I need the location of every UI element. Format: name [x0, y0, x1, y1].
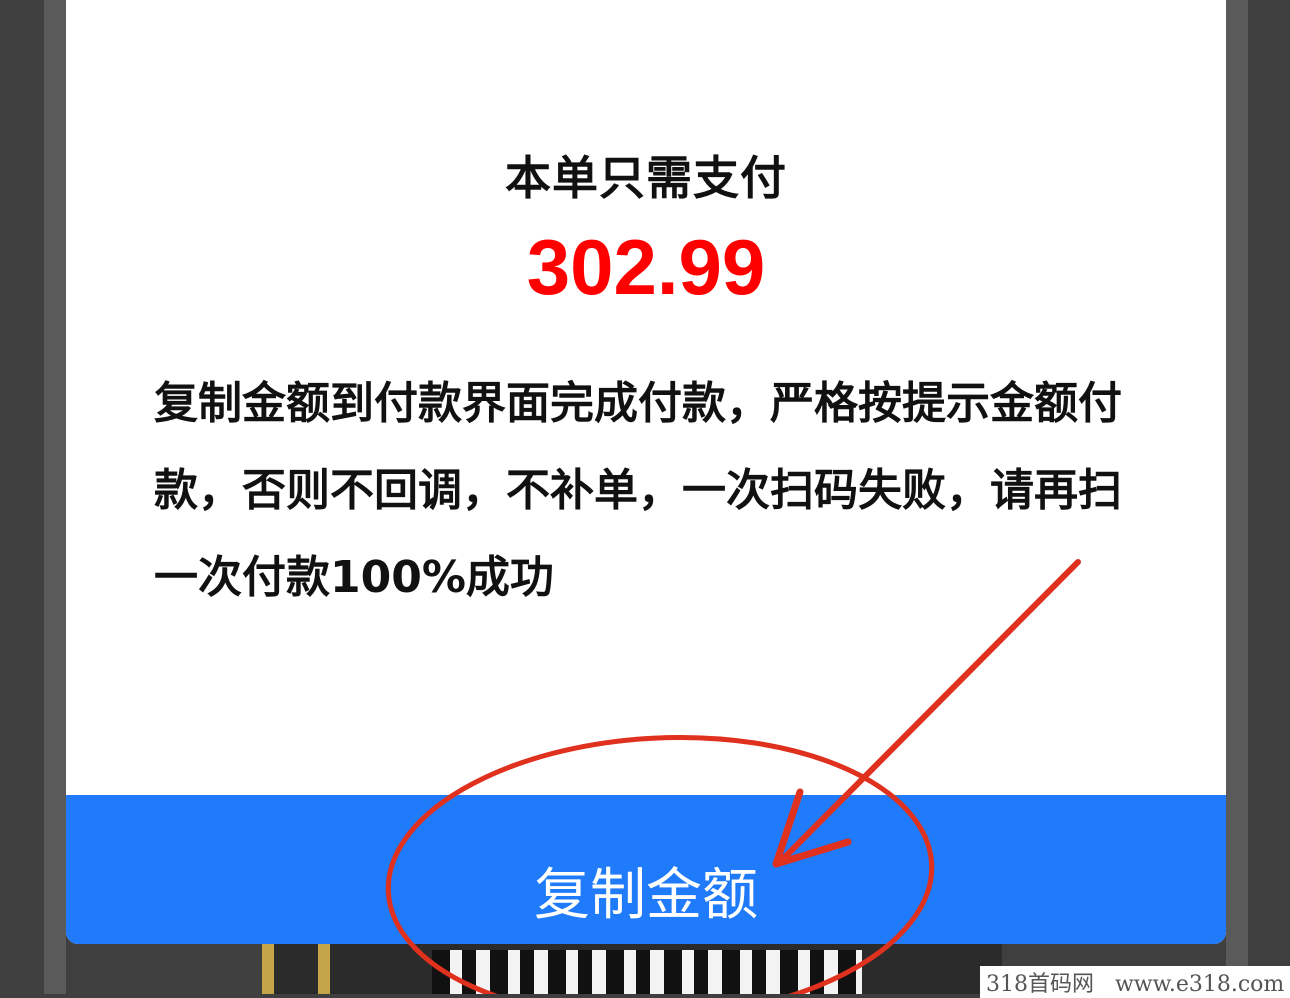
- copy-amount-button[interactable]: 复制金额: [66, 795, 1226, 944]
- backdrop-qr-code: [262, 944, 1002, 994]
- payment-dialog: 本单只需支付 302.99 复制金额到付款界面完成付款，严格按提示金额付款，否则…: [66, 0, 1226, 944]
- backdrop-frame-post: [262, 944, 274, 994]
- backdrop-frame-post: [318, 944, 330, 994]
- payment-notice: 复制金额到付款界面完成付款，严格按提示金额付款，否则不回调，不补单，一次扫码失败…: [154, 378, 1122, 603]
- qr-code-fragment: [432, 950, 862, 994]
- site-watermark: 318首码网 www.e318.com: [980, 966, 1290, 998]
- backdrop-right-strip: [1226, 0, 1248, 994]
- dialog-title: 本单只需支付: [505, 151, 787, 205]
- payment-amount: 302.99: [526, 223, 766, 311]
- backdrop-left-strip: [44, 0, 66, 994]
- copy-amount-button-label: 复制金额: [534, 863, 758, 928]
